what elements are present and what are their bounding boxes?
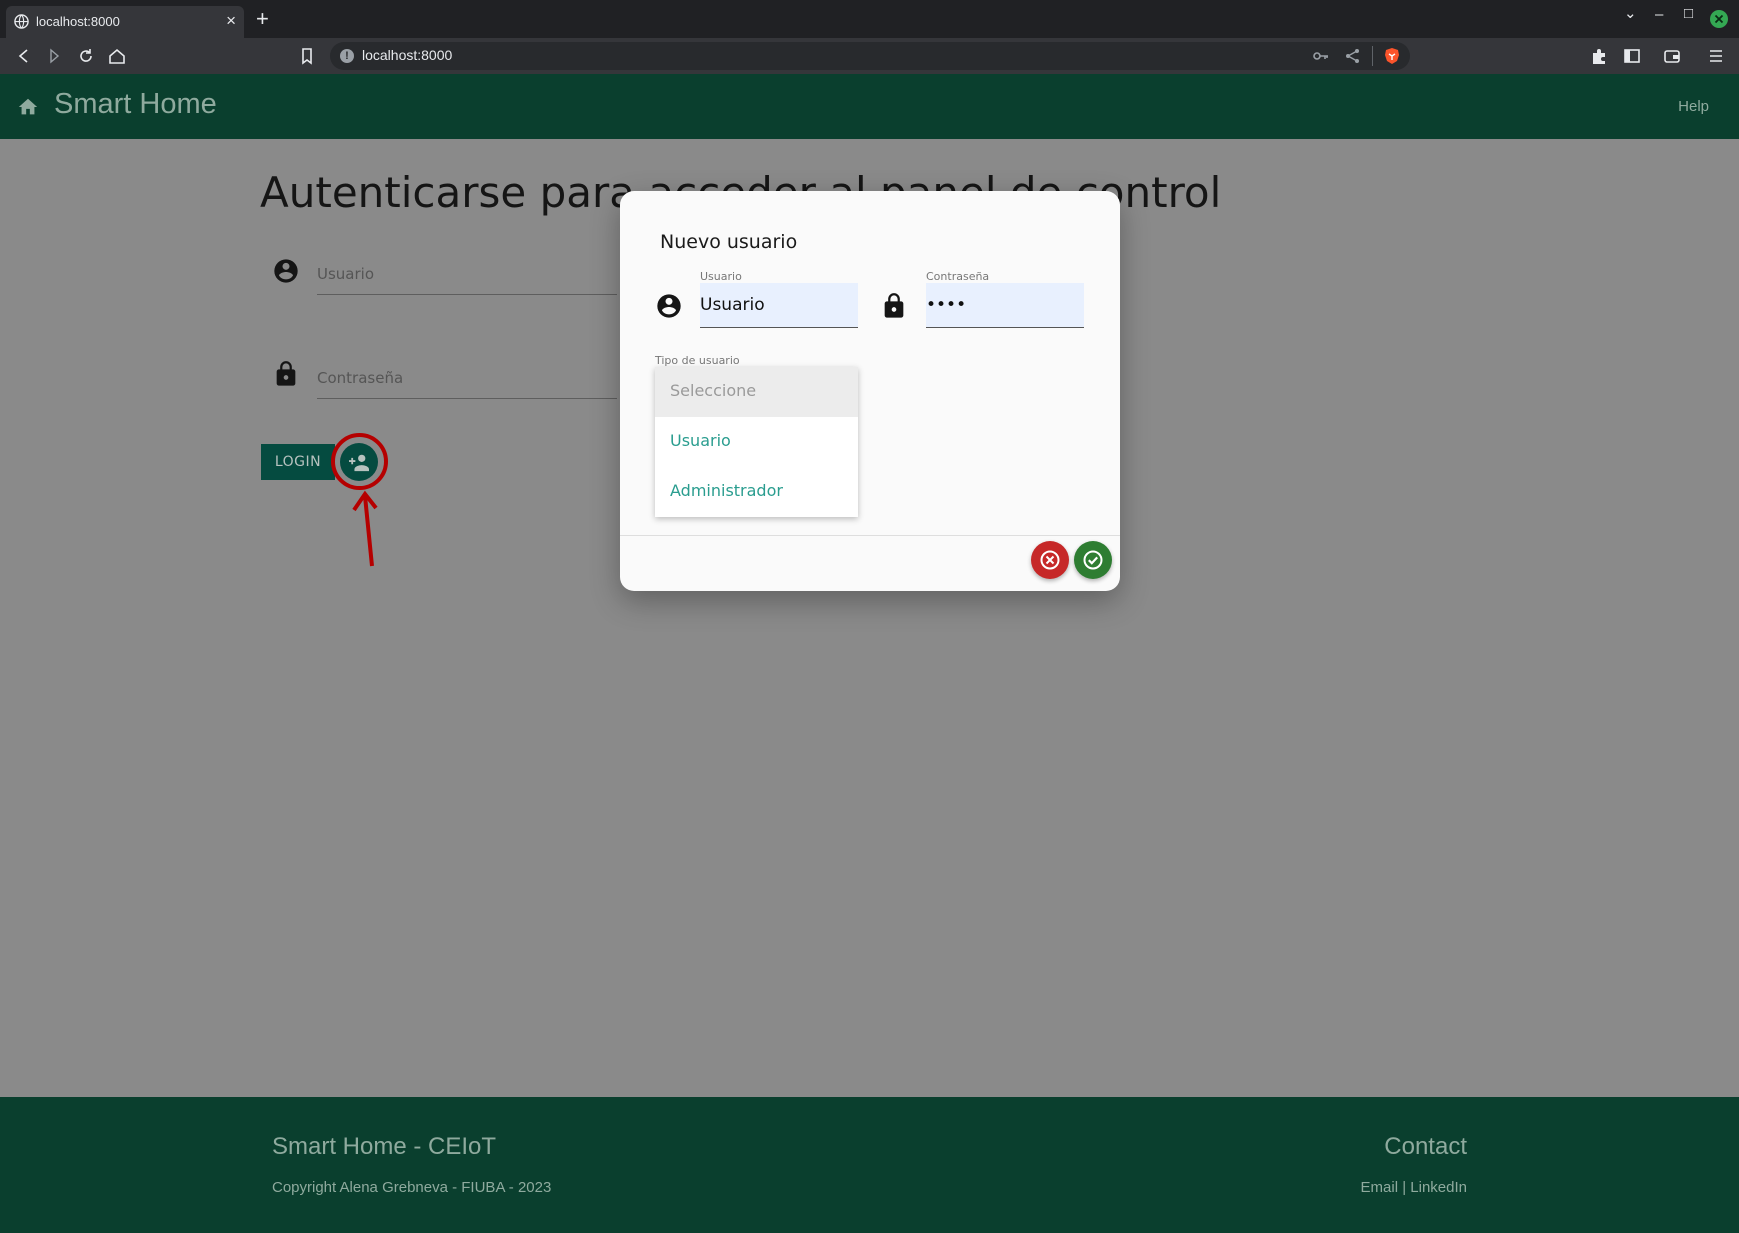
option-usuario[interactable]: Usuario	[655, 417, 858, 467]
login-button[interactable]: LOGIN	[261, 444, 335, 480]
confirm-button[interactable]	[1074, 541, 1112, 579]
app-header: Smart Home Help	[0, 74, 1739, 139]
tab-title: localhost:8000	[36, 14, 120, 29]
footer-contact-heading: Contact	[1384, 1133, 1467, 1160]
address-bar[interactable]: ! localhost:8000	[330, 42, 1410, 70]
toolbar-divider	[1372, 46, 1373, 66]
tab-list-button[interactable]: ⌄	[1624, 4, 1637, 22]
cancel-icon	[1040, 550, 1060, 570]
check-icon	[1083, 550, 1103, 570]
close-window-icon[interactable]	[1710, 10, 1728, 28]
extensions-icon[interactable]	[1590, 47, 1608, 65]
share-icon[interactable]	[1344, 47, 1362, 65]
brand-title[interactable]: Smart Home	[54, 88, 217, 121]
footer-links[interactable]: Email | LinkedIn	[1361, 1179, 1467, 1196]
sidebar-icon[interactable]	[1623, 47, 1641, 65]
user-type-dropdown[interactable]: Seleccione Usuario Administrador	[655, 367, 858, 517]
wallet-icon[interactable]	[1663, 47, 1681, 65]
key-icon[interactable]	[1312, 47, 1330, 65]
menu-icon[interactable]	[1707, 47, 1725, 65]
browser-toolbar: ! localhost:8000	[0, 38, 1739, 74]
bookmark-icon[interactable]	[297, 46, 317, 66]
minimize-button[interactable]: –	[1655, 6, 1663, 23]
tab-close-button[interactable]: ×	[226, 11, 236, 31]
password-placeholder: Contraseña	[317, 369, 404, 387]
cancel-button[interactable]	[1031, 541, 1069, 579]
lock-icon	[276, 361, 296, 386]
footer: Smart Home - CEIoT Copyright Alena Grebn…	[0, 1097, 1739, 1233]
browser-tabbar: localhost:8000 × + ⌄ – □	[0, 0, 1739, 38]
dialog-divider	[620, 535, 1120, 536]
user-type-label: Tipo de usuario	[655, 354, 740, 367]
browser-tab[interactable]: localhost:8000 ×	[6, 6, 244, 38]
maximize-button[interactable]: □	[1684, 5, 1693, 22]
dialog-username-input[interactable]: Usuario	[700, 283, 858, 328]
forward-icon[interactable]	[44, 46, 64, 66]
username-field[interactable]: Usuario	[317, 251, 617, 295]
home-icon[interactable]	[17, 96, 39, 118]
site-info-icon[interactable]: !	[340, 49, 354, 63]
option-administrador[interactable]: Administrador	[655, 467, 858, 517]
account-circle-icon	[274, 259, 298, 283]
back-icon[interactable]	[14, 46, 34, 66]
person-add-icon	[349, 454, 369, 472]
password-field[interactable]: Contraseña	[317, 355, 617, 399]
home-icon[interactable]	[107, 46, 127, 66]
brave-icon[interactable]	[1383, 47, 1401, 65]
help-link[interactable]: Help	[1678, 98, 1709, 115]
account-circle-icon	[657, 294, 681, 318]
add-user-button[interactable]	[340, 443, 378, 481]
footer-title: Smart Home - CEIoT	[272, 1133, 497, 1160]
new-tab-button[interactable]: +	[256, 6, 269, 32]
new-user-dialog: Nuevo usuario Usuario Usuario Contraseña…	[620, 191, 1120, 591]
globe-icon	[14, 14, 29, 29]
annotation-arrow	[352, 490, 378, 567]
dialog-password-label: Contraseña	[926, 270, 990, 283]
dialog-title: Nuevo usuario	[660, 231, 798, 253]
option-placeholder[interactable]: Seleccione	[655, 367, 858, 417]
dialog-username-label: Usuario	[700, 270, 742, 283]
footer-copyright: Copyright Alena Grebneva - FIUBA - 2023	[272, 1179, 552, 1196]
lock-icon	[884, 293, 904, 318]
username-placeholder: Usuario	[317, 265, 375, 283]
reload-icon[interactable]	[76, 46, 96, 66]
url-text[interactable]: localhost:8000	[362, 47, 452, 63]
dialog-password-input[interactable]: ••••	[926, 283, 1084, 328]
